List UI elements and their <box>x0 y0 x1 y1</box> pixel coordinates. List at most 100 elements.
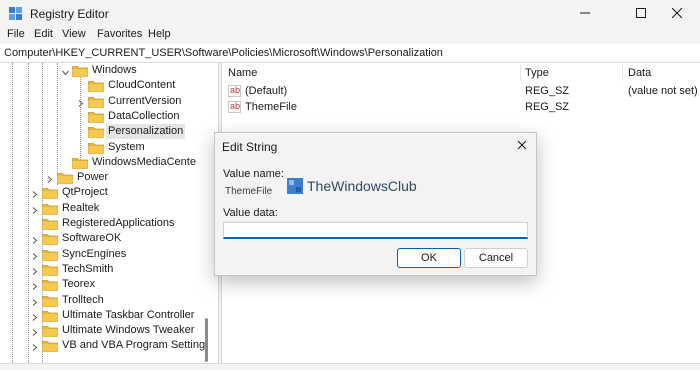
edit-string-dialog: Edit String Value name: ThemeFile Value … <box>214 132 537 276</box>
chevron-right-icon[interactable] <box>32 342 38 351</box>
address-path[interactable]: Computer\HKEY_CURRENT_USER\Software\Poli… <box>4 47 443 59</box>
tree-item-label: TechSmith <box>62 263 114 275</box>
tree-item[interactable]: Power <box>0 170 205 185</box>
folder-icon <box>88 142 105 154</box>
watermark-logo-icon <box>287 178 303 194</box>
column-divider[interactable] <box>520 65 521 81</box>
tree-item[interactable]: SyncEngines <box>0 247 205 262</box>
menu-edit[interactable]: Edit <box>34 28 53 40</box>
menu-view[interactable]: View <box>62 28 86 40</box>
value-row[interactable]: ab ThemeFile REG_SZ <box>222 100 700 116</box>
folder-icon <box>42 325 59 337</box>
tree-item-label: System <box>108 141 145 153</box>
value-data-label: Value data: <box>223 207 278 219</box>
window-title: Registry Editor <box>30 7 109 21</box>
chevron-right-icon[interactable] <box>32 281 38 290</box>
dialog-close-button[interactable] <box>514 137 530 153</box>
tree-scrollbar-thumb[interactable] <box>205 318 208 362</box>
tree-item[interactable]: CurrentVersion <box>0 94 205 109</box>
column-header-data[interactable]: Data <box>628 67 651 79</box>
value-data: (value not set) <box>628 85 698 97</box>
folder-icon <box>42 264 59 276</box>
tree-item-label: VB and VBA Program Setting <box>62 339 206 351</box>
tree-item[interactable]: Realtek <box>0 201 205 216</box>
menu-favorites[interactable]: Favorites <box>97 28 142 40</box>
tree-item-label: Windows <box>92 64 137 76</box>
tree-item[interactable]: WindowsMediaCente <box>0 155 205 170</box>
value-type: REG_SZ <box>525 85 570 97</box>
menu-bar: File Edit View Favorites Help <box>0 27 700 44</box>
tree-item-label: Personalization <box>106 124 186 139</box>
folder-icon <box>72 65 89 77</box>
chevron-right-icon[interactable] <box>32 205 38 214</box>
tree-item-label: DataCollection <box>108 110 180 122</box>
chevron-right-icon[interactable] <box>32 312 38 321</box>
minimize-button[interactable] <box>562 0 608 27</box>
value-type: REG_SZ <box>525 101 570 113</box>
menu-help[interactable]: Help <box>148 28 171 40</box>
tree-item-label: RegisteredApplications <box>62 217 175 229</box>
chevron-right-icon[interactable] <box>47 174 53 183</box>
folder-icon <box>88 126 105 138</box>
menu-file[interactable]: File <box>7 28 25 40</box>
value-row[interactable]: ab (Default) REG_SZ (value not set) <box>222 84 700 100</box>
chevron-right-icon[interactable] <box>78 98 84 107</box>
tree-item-label: CurrentVersion <box>108 95 182 107</box>
address-bar[interactable]: Computer\HKEY_CURRENT_USER\Software\Poli… <box>0 44 700 63</box>
folder-icon <box>88 111 105 123</box>
string-value-icon: ab <box>228 101 241 113</box>
value-name: ThemeFile <box>245 101 297 113</box>
chevron-right-icon[interactable] <box>32 327 38 336</box>
column-divider[interactable] <box>622 65 623 81</box>
tree-item[interactable]: QtProject <box>0 185 205 200</box>
tree-item[interactable]: System <box>0 140 205 155</box>
column-header-type[interactable]: Type <box>525 67 549 79</box>
tree-item-label: SoftwareOK <box>62 232 122 244</box>
ok-button[interactable]: OK <box>397 248 461 268</box>
folder-icon <box>57 172 74 184</box>
close-icon <box>672 8 682 18</box>
tree-item[interactable]: Teorex <box>0 277 205 292</box>
chevron-right-icon[interactable] <box>32 266 38 275</box>
tree-item[interactable]: Ultimate Taskbar Controller <box>0 308 205 323</box>
close-window-button[interactable] <box>654 0 700 27</box>
tree-item[interactable]: Windows <box>0 63 205 78</box>
maximize-icon <box>636 8 646 18</box>
folder-icon <box>72 157 89 169</box>
chevron-right-icon[interactable] <box>32 189 38 198</box>
folder-icon <box>42 295 59 307</box>
tree-item[interactable]: VB and VBA Program Setting <box>0 338 205 353</box>
close-icon <box>517 140 527 150</box>
watermark-text: TheWindowsClub <box>307 178 417 194</box>
tree-item[interactable]: RegisteredApplications <box>0 216 205 231</box>
tree-item[interactable]: Ultimate Windows Tweaker <box>0 323 205 338</box>
column-header-name[interactable]: Name <box>228 67 257 79</box>
key-tree[interactable]: Windows CloudContent CurrentVersion DataCol… <box>0 63 218 363</box>
tree-item-label: WindowsMediaCente <box>92 156 196 168</box>
tree-item[interactable]: Trolltech <box>0 293 205 308</box>
tree-item[interactable]: SoftwareOK <box>0 231 205 246</box>
chevron-right-icon[interactable] <box>32 251 38 260</box>
dialog-title: Edit String <box>222 140 278 154</box>
folder-icon <box>42 203 59 215</box>
value-name-label: Value name: <box>223 168 284 180</box>
chevron-right-icon[interactable] <box>32 297 38 306</box>
minimize-icon <box>580 12 590 14</box>
cancel-button[interactable]: Cancel <box>464 248 528 268</box>
value-data-input[interactable] <box>223 222 528 239</box>
folder-icon <box>42 233 59 245</box>
chevron-right-icon[interactable] <box>32 235 38 244</box>
tree-item[interactable]: DataCollection <box>0 109 205 124</box>
chevron-down-icon[interactable] <box>62 67 69 76</box>
tree-item[interactable]: CloudContent <box>0 78 205 93</box>
title-bar: Registry Editor <box>0 0 700 27</box>
tree-item-label: CloudContent <box>108 79 176 91</box>
tree-item-label: Teorex <box>62 278 96 290</box>
tree-item[interactable]: Personalization <box>0 124 205 139</box>
string-value-icon: ab <box>228 85 241 97</box>
value-name: (Default) <box>245 85 288 97</box>
folder-icon <box>42 310 59 322</box>
status-strip <box>0 363 700 370</box>
folder-icon <box>42 340 59 352</box>
tree-item[interactable]: TechSmith <box>0 262 205 277</box>
